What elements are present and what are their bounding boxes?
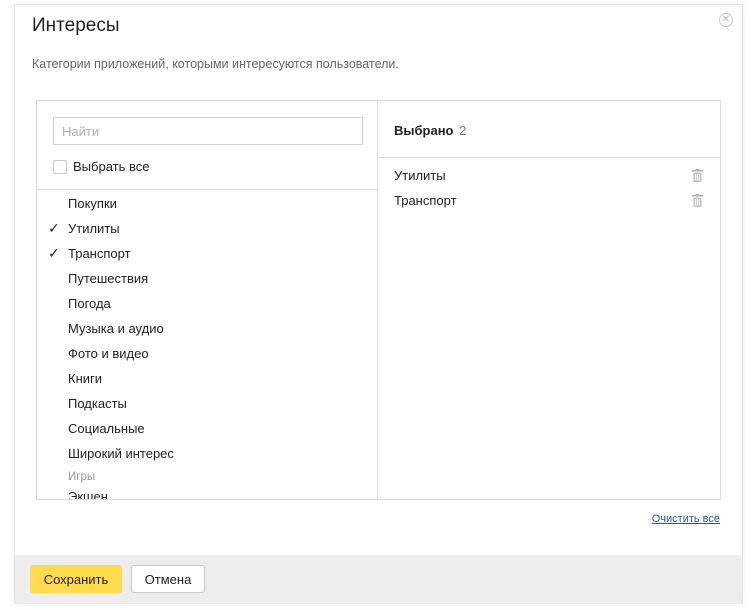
category-group-label: Игры — [68, 471, 96, 483]
selected-header-label: Выбрано — [394, 123, 454, 138]
search-input[interactable] — [53, 117, 363, 145]
select-all-label: Выбрать все — [73, 159, 150, 174]
category-item[interactable]: Широкий интерес — [37, 441, 377, 466]
category-label: Путешествия — [68, 271, 149, 286]
close-icon[interactable]: ✕ — [719, 13, 733, 27]
selected-item: Транспорт — [379, 188, 721, 213]
category-label: Подкасты — [68, 396, 127, 411]
trash-icon[interactable] — [692, 194, 703, 207]
category-item[interactable]: Экшен — [37, 484, 377, 499]
dialog-subtitle: Категории приложений, которыми интересую… — [32, 57, 399, 71]
category-label: Музыка и аудио — [68, 321, 164, 336]
category-label: Книги — [68, 371, 103, 386]
dialog-footer: Сохранить Отмена — [15, 555, 742, 604]
category-item[interactable]: Социальные — [37, 416, 377, 441]
category-item[interactable]: Погода — [37, 291, 377, 316]
category-label: Утилиты — [68, 221, 120, 236]
category-label: Транспорт — [68, 246, 131, 261]
selected-item-label: Транспорт — [394, 193, 457, 208]
category-item[interactable]: Фото и видео — [37, 341, 377, 366]
cancel-button[interactable]: Отмена — [131, 565, 205, 593]
category-label: Широкий интерес — [68, 446, 174, 461]
selected-item-label: Утилиты — [394, 168, 446, 183]
category-item[interactable]: ✓ Транспорт — [37, 241, 377, 266]
interests-panel: Выбрать все Покупки ✓ Утилиты ✓ Транспорт Пут… — [36, 100, 721, 500]
category-label: Покупки — [68, 196, 117, 211]
categories-pane: Выбрать все Покупки ✓ Утилиты ✓ Транспорт Пут… — [37, 101, 378, 499]
selected-list: Утилиты Транспорт — [379, 163, 721, 213]
category-item[interactable]: Музыка и аудио — [37, 316, 377, 341]
category-item[interactable]: Путешествия — [37, 266, 377, 291]
checkmark-icon: ✓ — [48, 220, 60, 236]
clear-all-link[interactable]: Очистить всё — [652, 513, 720, 525]
category-label: Фото и видео — [68, 346, 149, 361]
interests-dialog: ✕ Интересы Категории приложений, которым… — [14, 4, 743, 604]
dialog-title: Интересы — [32, 15, 120, 36]
checkmark-icon: ✓ — [48, 245, 60, 261]
selected-pane: Выбрано 2 Утилиты Транспорт — [379, 101, 721, 499]
divider — [37, 189, 377, 190]
selected-count: 2 — [459, 123, 467, 138]
category-label: Социальные — [68, 421, 145, 436]
category-item[interactable]: Книги — [37, 366, 377, 391]
divider — [379, 157, 721, 158]
category-label: Погода — [68, 296, 111, 311]
trash-icon[interactable] — [692, 169, 703, 182]
selected-item: Утилиты — [379, 163, 721, 188]
category-item[interactable]: ✓ Утилиты — [37, 216, 377, 241]
select-all-checkbox[interactable]: Выбрать все — [53, 159, 149, 174]
category-label: Экшен — [68, 489, 108, 499]
checkbox-icon[interactable] — [53, 159, 67, 174]
selected-header: Выбрано 2 — [394, 123, 466, 138]
category-item[interactable]: Подкасты — [37, 391, 377, 416]
category-item[interactable]: Покупки — [37, 191, 377, 216]
category-list: Покупки ✓ Утилиты ✓ Транспорт Путешествия Пого… — [37, 191, 377, 499]
save-button[interactable]: Сохранить — [30, 565, 122, 593]
